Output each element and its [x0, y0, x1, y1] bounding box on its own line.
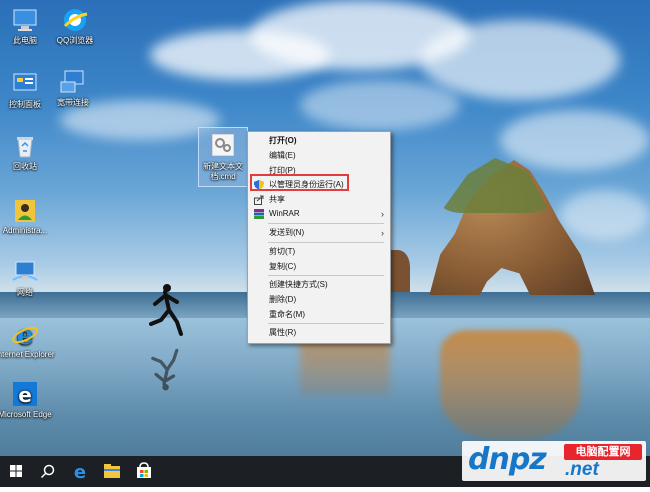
- chevron-right-icon: ›: [381, 209, 384, 219]
- menu-item-delete[interactable]: 删除(D): [248, 293, 390, 307]
- taskbar-edge[interactable]: e: [64, 456, 96, 487]
- share-icon: [254, 195, 264, 205]
- file-explorer-icon: [104, 464, 120, 478]
- runner-silhouette: [149, 284, 183, 336]
- gear-icon: [212, 134, 234, 156]
- user-folder-icon: [11, 196, 39, 224]
- desktop-icon-microsoft-edge[interactable]: e Microsoft Edge: [0, 380, 55, 420]
- menu-item-copy[interactable]: 复制(C): [248, 260, 390, 274]
- desktop-icon-recycle-bin[interactable]: 回收站: [0, 132, 55, 172]
- desktop-icon-label: 控制面板: [9, 100, 41, 109]
- search-button[interactable]: [32, 456, 64, 487]
- desktop-icon-label: 网络: [17, 288, 33, 297]
- desktop-icon-label: Administra...: [2, 226, 48, 235]
- menu-item-create-shortcut[interactable]: 创建快捷方式(S): [248, 278, 390, 292]
- menu-item-open[interactable]: 打开(O): [248, 134, 390, 148]
- svg-text:e: e: [17, 321, 34, 348]
- desktop-icon-label: 此电脑: [13, 36, 37, 45]
- watermark-brand: dnpz: [468, 442, 547, 477]
- menu-item-rename[interactable]: 重命名(M): [248, 308, 390, 322]
- menu-separator: [268, 242, 384, 243]
- selected-cmd-file[interactable]: 新建文本文档.cmd: [198, 127, 248, 187]
- desktop-icon-label: Microsoft Edge: [0, 410, 52, 419]
- svg-text:e: e: [18, 383, 32, 407]
- desktop-icon-label: 宽带连接: [57, 98, 89, 107]
- menu-item-edit[interactable]: 编辑(E): [248, 149, 390, 163]
- watermark-domain: .net: [565, 459, 599, 480]
- menu-separator: [268, 323, 384, 324]
- chevron-right-icon: ›: [381, 228, 384, 238]
- desktop-icon-label: QQ浏览器: [56, 36, 94, 45]
- menu-separator: [268, 275, 384, 276]
- desktop-icon-broadband[interactable]: 宽带连接: [43, 68, 103, 108]
- menu-item-winrar[interactable]: WinRAR ›: [248, 207, 390, 221]
- desktop-icon-internet-explorer[interactable]: e Internet Explorer: [0, 320, 55, 360]
- menu-item-cut[interactable]: 剪切(T): [248, 245, 390, 259]
- runner-reflection: [151, 348, 179, 391]
- control-panel-icon: [11, 70, 39, 98]
- desktop-icon-administrator[interactable]: Administra...: [0, 196, 55, 236]
- desktop-background[interactable]: 此电脑 QQ浏览器 控制面板 宽带连接 回收站 Administra... 网络…: [0, 0, 650, 456]
- site-watermark: dnpz 电脑配置网 .net: [462, 441, 646, 481]
- desktop-icon-label: Internet Explorer: [0, 350, 55, 359]
- store-icon: [137, 462, 151, 478]
- menu-item-send-to[interactable]: 发送到(N) ›: [248, 226, 390, 240]
- taskbar-file-explorer[interactable]: [96, 456, 128, 487]
- internet-explorer-icon: e: [11, 320, 39, 351]
- qq-browser-icon: [61, 6, 89, 34]
- desktop-icon-qq-browser[interactable]: QQ浏览器: [45, 6, 105, 46]
- taskbar-store[interactable]: [128, 456, 160, 487]
- edge-icon: e: [11, 380, 39, 408]
- menu-separator: [268, 223, 384, 224]
- search-icon: [40, 464, 55, 479]
- watermark-cn-text: 电脑配置网: [564, 444, 642, 460]
- windows-start-icon: [10, 465, 22, 477]
- recycle-bin-icon: [11, 132, 39, 160]
- svg-text:e: e: [74, 462, 86, 483]
- desktop-icon-label: 回收站: [13, 162, 37, 171]
- context-menu: 打开(O) 编辑(E) 打印(P) 以管理员身份运行(A) 共享 WinRAR …: [247, 131, 391, 344]
- start-button[interactable]: [0, 456, 32, 487]
- edge-icon: e: [74, 462, 86, 483]
- menu-item-properties[interactable]: 属性(R): [248, 326, 390, 340]
- winrar-icon: [254, 209, 264, 219]
- network-icon: [11, 258, 39, 286]
- computer-icon: [11, 6, 39, 34]
- menu-item-share[interactable]: 共享: [248, 193, 390, 207]
- highlight-box: [250, 174, 349, 191]
- network-connection-icon: [59, 68, 87, 96]
- file-label: 新建文本文档.cmd: [203, 162, 243, 181]
- desktop-icon-network[interactable]: 网络: [0, 258, 55, 298]
